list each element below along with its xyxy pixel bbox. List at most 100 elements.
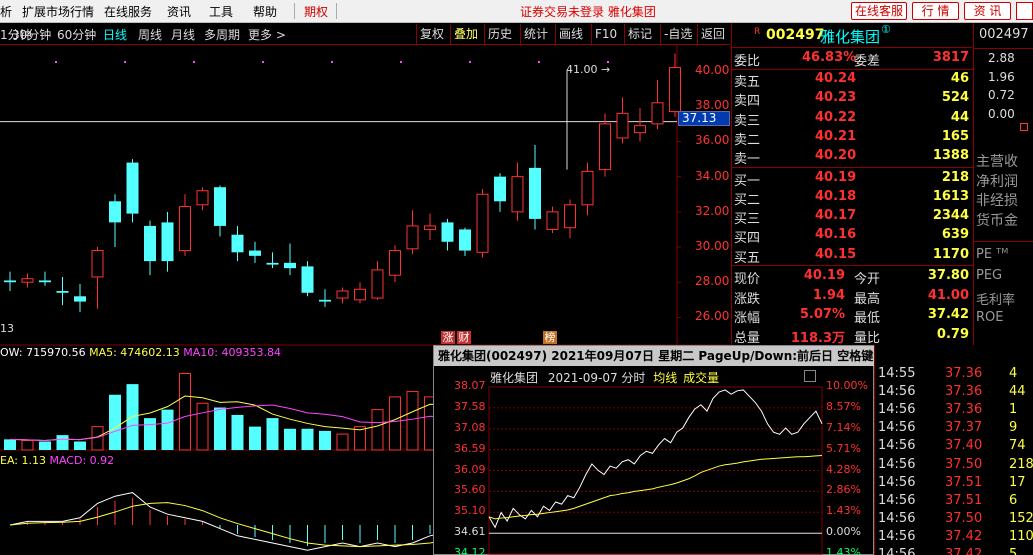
bid-row[interactable]: 买五 40.15 1170 (732, 246, 973, 266)
expand-icon[interactable] (1020, 123, 1028, 131)
badge-ranking[interactable]: 榜 (543, 331, 557, 344)
online-support-button[interactable]: 在线客服 (851, 2, 907, 20)
price-axis-tick: 28.00 (695, 274, 730, 289)
tick-price: 37.36 (945, 366, 983, 381)
stat-row: 总量 118.3万 量比 0.79 (732, 326, 973, 346)
menu-options[interactable]: 期权 (304, 3, 328, 20)
bid-row[interactable]: 买三 40.17 2344 (732, 207, 973, 228)
side-fin-label: 净利润 (976, 173, 1018, 190)
menu-extended-market[interactable]: 扩展市场行情 (22, 3, 94, 20)
period-daily[interactable]: 日线 (103, 26, 127, 43)
side-value: 0.00 (988, 106, 1015, 121)
ask-row-price: 40.24 (815, 71, 857, 86)
bid-row[interactable]: 买四 40.16 639 (732, 226, 973, 246)
bid-row-volume: 1613 (932, 188, 969, 204)
side-metric-label: PEG (976, 268, 1003, 283)
ask-row-volume: 1388 (932, 148, 969, 164)
ask-row-label: 卖二 (734, 132, 761, 148)
tool-draw[interactable]: 画线 (555, 24, 586, 44)
candle (494, 173, 506, 212)
candle (511, 162, 524, 221)
period-60min[interactable]: 60分钟 (57, 26, 96, 43)
quotes-button[interactable]: 行 情 (912, 2, 959, 20)
popup-title[interactable]: 雅化集团(002497) 2021年09月07日 星期二 PageUp/Down… (434, 346, 875, 366)
bid-row[interactable]: 买一 40.19 218 (732, 169, 973, 189)
price-axis-tick: 36.00 (695, 133, 730, 148)
tick-time: 14:56 (878, 384, 916, 400)
badge-limit-up[interactable]: 涨 (441, 331, 455, 344)
intraday-price-tick: 36.59 (454, 441, 486, 455)
tool-adjust[interactable]: 复权 (416, 24, 447, 44)
volume-bar (371, 409, 384, 451)
ask-row[interactable]: 卖二 40.21 165 (732, 128, 973, 148)
candle (4, 271, 16, 292)
popup-close-icon[interactable] (804, 370, 816, 382)
ask-row[interactable]: 卖五 40.24 46 (732, 70, 973, 90)
stat-value: 41.00 (927, 287, 969, 303)
tool-remove-watchlist[interactable]: -自选 (660, 24, 695, 44)
tick-row: 14:55 37.36 4 (875, 366, 1033, 384)
info-icon[interactable]: ① (881, 23, 891, 36)
tick-volume: 17 (1009, 474, 1026, 490)
tick-volume: 218 (1009, 456, 1033, 472)
tool-f10[interactable]: F10 (591, 24, 620, 44)
period-weekly[interactable]: 周线 (138, 26, 162, 43)
candle (599, 113, 611, 177)
menu-analysis[interactable]: 析 (0, 3, 12, 20)
volume-legend-ma10: MA10: 409353.84 (183, 346, 281, 359)
tick-price: 37.42 (945, 547, 983, 555)
tool-mark[interactable]: 标记 (624, 24, 655, 44)
menu-tools[interactable]: 工具 (209, 3, 233, 20)
extra-button[interactable] (1016, 2, 1033, 20)
ask-row[interactable]: 卖三 40.22 44 (732, 109, 973, 129)
badge-finance[interactable]: 财 (457, 331, 471, 344)
tick-volume: 44 (1009, 384, 1026, 400)
news-button[interactable]: 资 讯 (964, 2, 1011, 20)
price-axis-tick: 40.00 (695, 63, 730, 78)
tool-back[interactable]: 返回 (697, 24, 728, 44)
period-30min[interactable]: 30分钟 (12, 26, 51, 43)
candle (161, 211, 174, 272)
bid-row-label: 买三 (734, 212, 761, 228)
tick-price: 37.51 (945, 492, 983, 508)
tool-stats[interactable]: 统计 (520, 24, 551, 44)
tick-time: 14:56 (878, 547, 916, 555)
weicha-label: 委差 (854, 54, 881, 69)
period-monthly[interactable]: 月线 (171, 26, 195, 43)
ask-row-price: 40.20 (815, 148, 857, 164)
menu-news[interactable]: 资讯 (167, 3, 191, 20)
ask-row[interactable]: 卖一 40.20 1388 (732, 147, 973, 167)
quote-header: R 002497 雅化集团 ① (732, 23, 972, 48)
volume-bar (179, 373, 191, 451)
volume-bar (161, 409, 174, 450)
tick-row: 14:56 37.42 5 (875, 547, 1033, 555)
tick-row: 14:56 37.51 6 (875, 493, 1033, 511)
quote-separator (732, 265, 973, 266)
price-axis-tick: 26.00 (695, 309, 730, 324)
tick-volume: 74 (1009, 438, 1026, 454)
ask-row-volume: 524 (941, 90, 969, 106)
tick-time: 14:56 (878, 510, 916, 526)
tick-time: 14:56 (878, 528, 916, 544)
intraday-popup[interactable]: 雅化集团(002497) 2021年09月07日 星期二 PageUp/Down… (433, 345, 875, 555)
candle (126, 159, 139, 223)
intraday-price-tick: 37.58 (454, 399, 486, 413)
menu-online-service[interactable]: 在线服务 (104, 3, 152, 20)
candle (371, 261, 384, 300)
period-multi[interactable]: 多周期 (204, 26, 240, 43)
candle (21, 273, 34, 288)
intraday-pct-tick: 0.00% (826, 525, 861, 539)
stat-value: 37.42 (927, 307, 969, 322)
intraday-chart[interactable] (434, 366, 875, 555)
ask-row-volume: 44 (950, 109, 969, 125)
bid-row[interactable]: 买二 40.18 1613 (732, 188, 973, 208)
menu-help[interactable]: 帮助 (253, 3, 277, 20)
stat-label: 今开 (854, 272, 881, 287)
ask-row[interactable]: 卖四 40.23 524 (732, 89, 973, 109)
intraday-pct-tick: 10.00% (826, 379, 868, 392)
tool-history[interactable]: 历史 (484, 24, 515, 44)
tick-row: 14:56 37.40 74 (875, 438, 1033, 456)
stat-row: 现价 40.19 今开 37.80 (732, 267, 973, 287)
tool-overlay[interactable]: 叠加 (450, 24, 481, 44)
period-more[interactable]: 更多 > (248, 26, 286, 43)
